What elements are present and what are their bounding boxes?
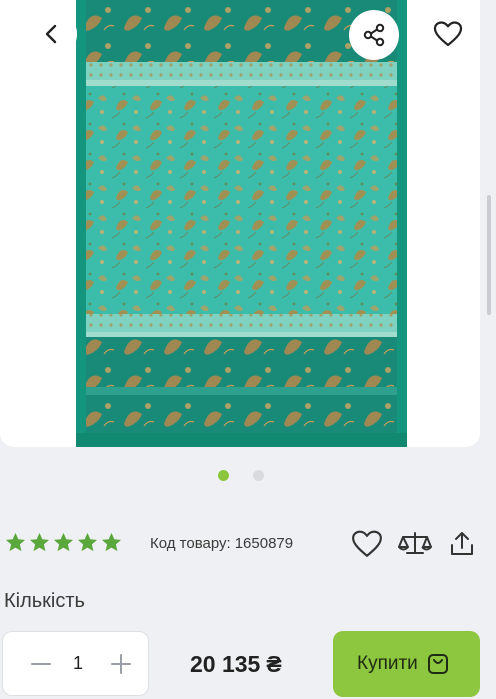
minus-icon [31,662,51,665]
image-pagination [218,470,264,481]
compare-scales-icon [398,532,432,554]
heart-icon [352,530,382,557]
product-screen: Код товару: 1650879 Кількість 1 20 135 ₴… [0,0,496,699]
chevron-left-icon [45,24,57,44]
pagination-dot-2[interactable] [253,470,264,481]
add-to-wishlist-button[interactable] [349,526,385,562]
plus-icon [111,653,131,674]
decrease-quantity-button[interactable] [21,632,61,695]
increase-quantity-button[interactable] [101,632,141,695]
star-icon [101,532,122,552]
product-price: 20 135 ₴ [190,651,282,678]
back-button[interactable] [27,9,77,59]
product-meta-row: Код товару: 1650879 [0,526,496,562]
price-currency: ₴ [266,651,282,677]
star-icon [77,532,98,552]
heart-icon [433,21,463,47]
share-button[interactable] [349,10,399,60]
share-product-button[interactable] [444,526,480,562]
star-icon [29,532,50,552]
product-image-card [0,0,480,447]
shopping-bag-icon [427,654,448,674]
quantity-value[interactable]: 1 [65,653,91,674]
upload-icon [451,532,473,555]
product-code: Код товару: 1650879 [150,535,293,552]
quantity-stepper[interactable]: 1 [2,631,149,696]
pagination-dot-1[interactable] [218,470,229,481]
buy-button-label: Купити [357,653,418,674]
scrollbar[interactable] [487,195,491,315]
product-code-value: 1650879 [234,535,294,552]
star-icon [53,532,74,552]
price-amount: 20 135 [190,651,261,677]
rating-stars [4,531,123,554]
quantity-label: Кількість [4,590,85,612]
product-code-label: Код товару: [150,535,231,552]
buy-button[interactable]: Купити [333,631,480,697]
favorite-button[interactable] [423,9,473,59]
product-image[interactable] [76,0,407,447]
share-icon [363,23,385,47]
star-icon [5,532,26,552]
compare-button[interactable] [397,526,433,562]
